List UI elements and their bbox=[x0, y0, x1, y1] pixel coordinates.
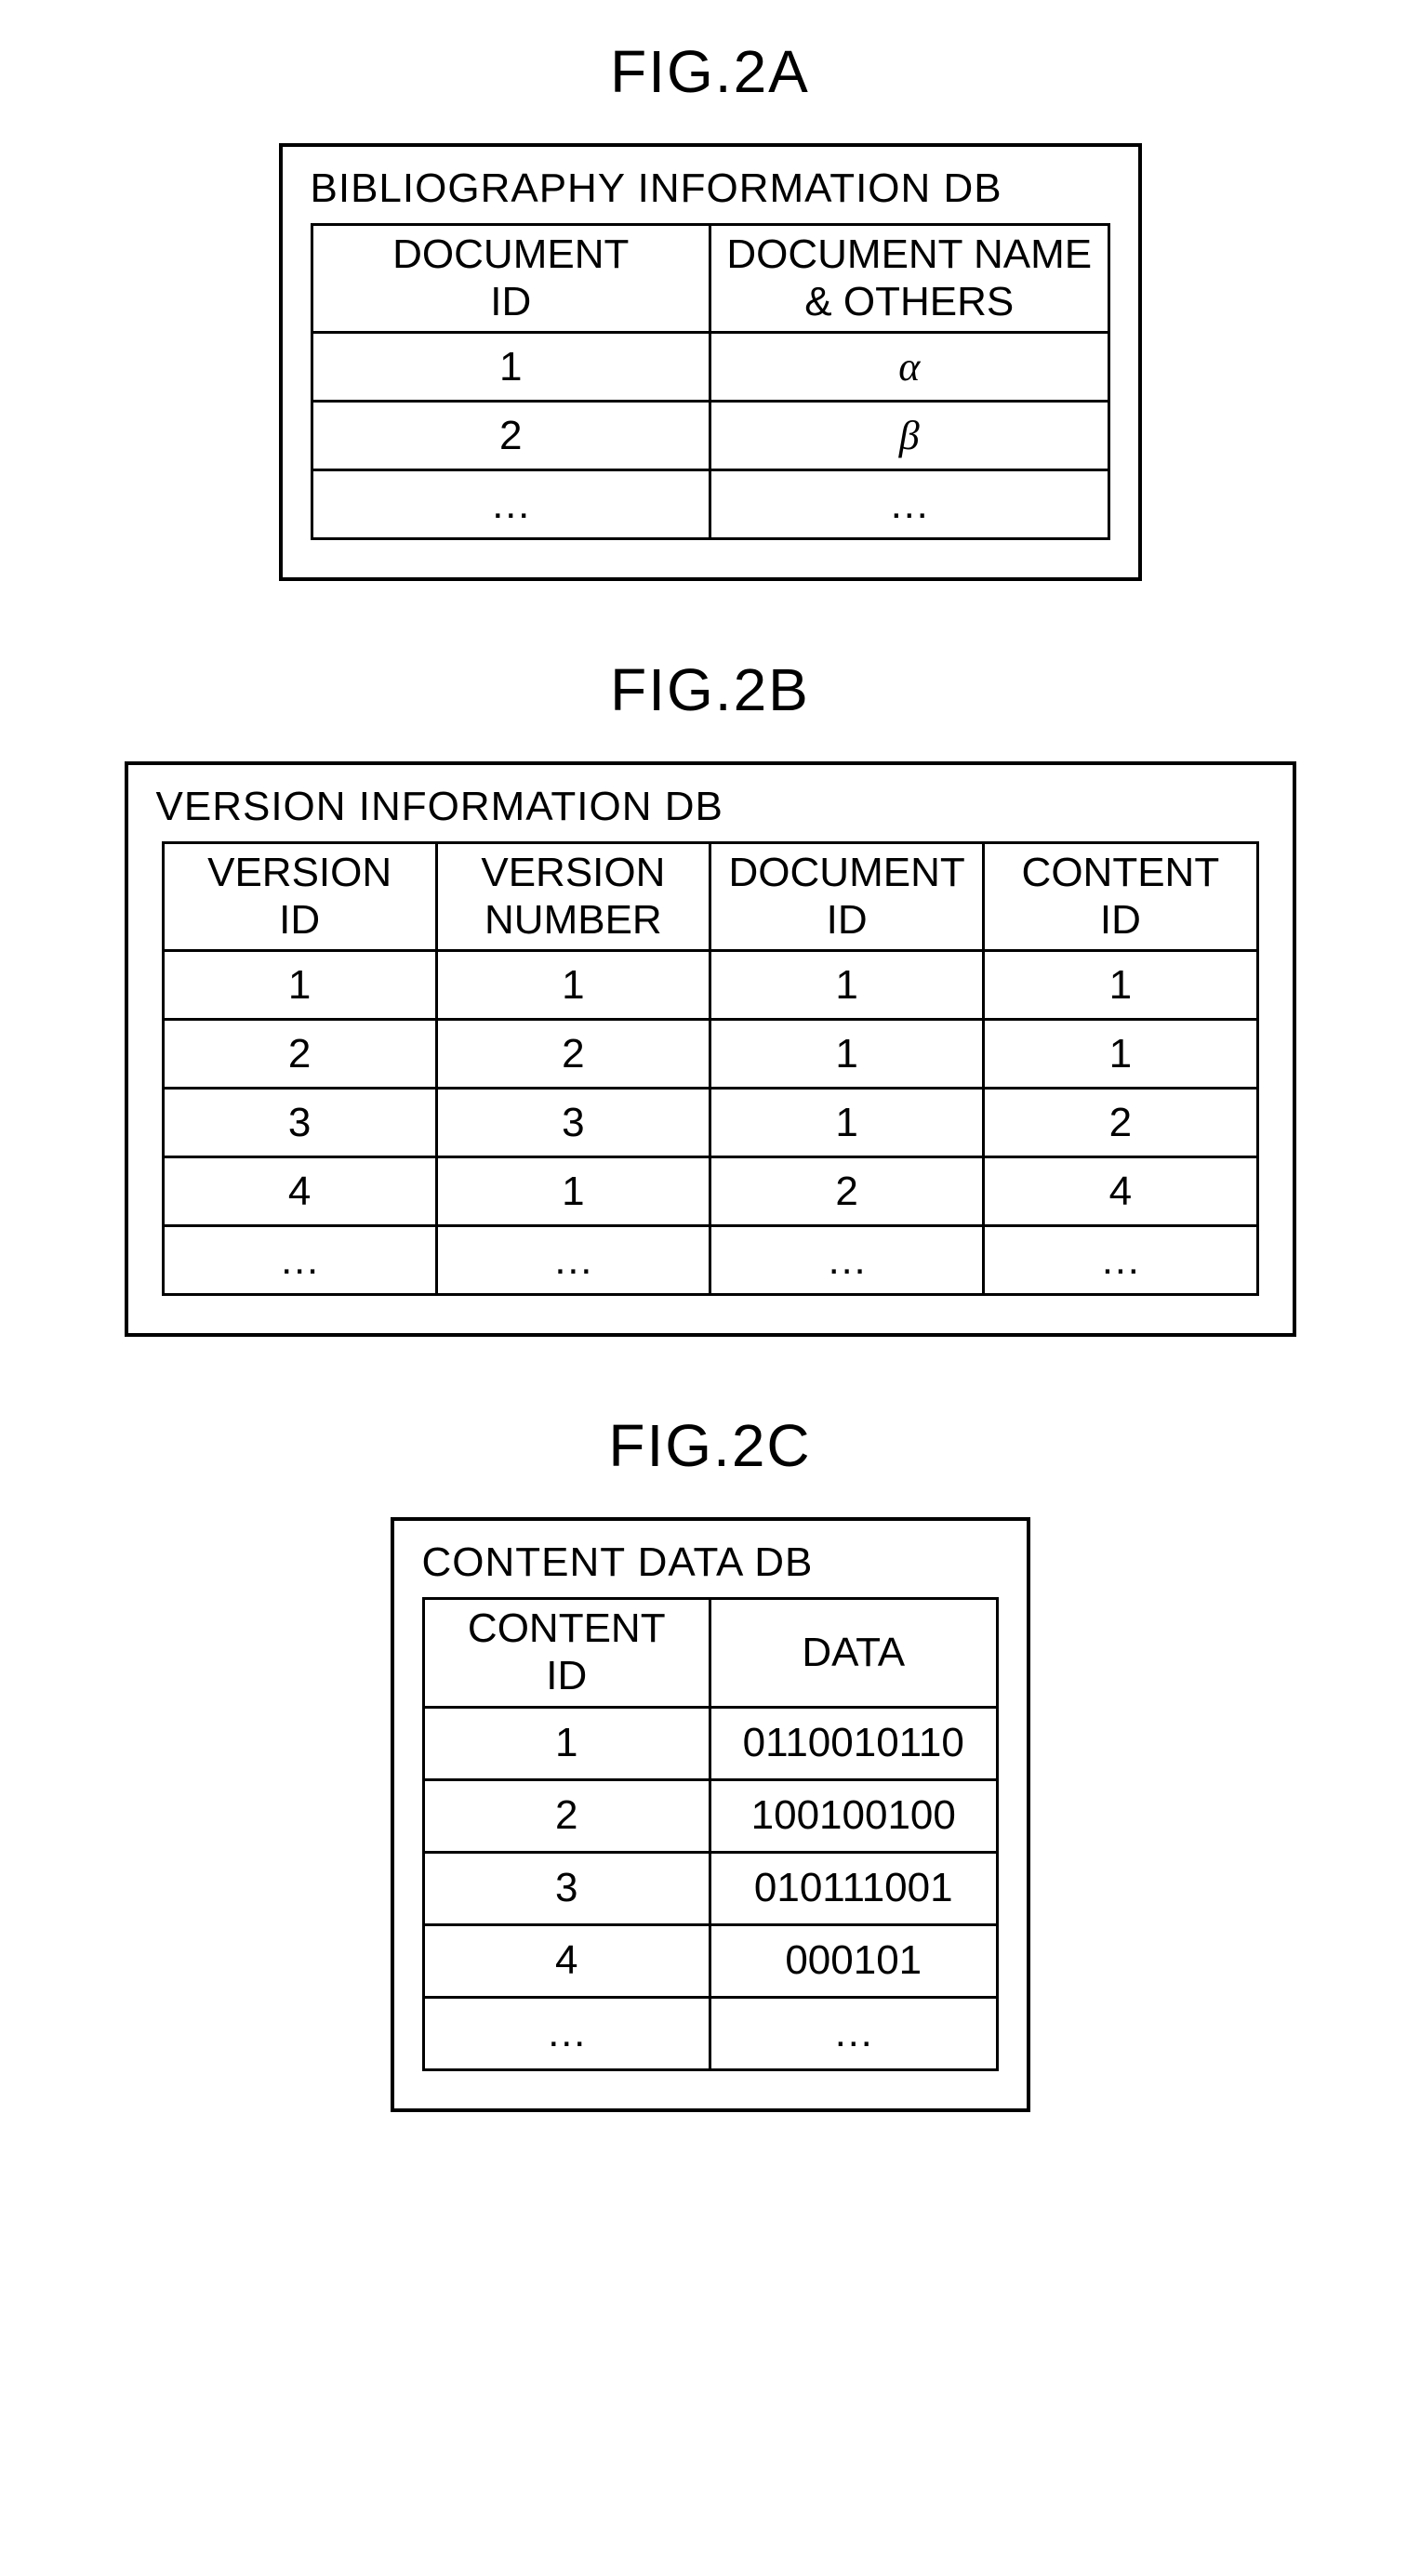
col-document-id: DOCUMENTID bbox=[710, 843, 984, 951]
cell: 1 bbox=[436, 951, 710, 1020]
cell: 100100100 bbox=[710, 1779, 998, 1852]
bibliography-table: DOCUMENTID DOCUMENT NAME& OTHERS 1 α 2 β… bbox=[311, 223, 1110, 540]
table-row: 1 1 1 1 bbox=[163, 951, 1257, 1020]
bibliography-db-title: BIBLIOGRAPHY INFORMATION DB bbox=[311, 165, 1110, 212]
table-header-row: CONTENTID DATA bbox=[423, 1599, 997, 1707]
cell: 4 bbox=[984, 1157, 1257, 1226]
table-row: 2 2 1 1 bbox=[163, 1020, 1257, 1089]
cell: … bbox=[423, 1997, 710, 2069]
col-version-number: VERSIONNUMBER bbox=[436, 843, 710, 951]
cell: … bbox=[710, 1226, 984, 1295]
table-row: 2 β bbox=[312, 402, 1108, 470]
cell: … bbox=[710, 470, 1109, 539]
cell: … bbox=[710, 1997, 998, 2069]
cell: 0110010110 bbox=[710, 1707, 998, 1779]
cell: 000101 bbox=[710, 1924, 998, 1997]
cell: 1 bbox=[984, 1020, 1257, 1089]
col-content-id: CONTENTID bbox=[984, 843, 1257, 951]
cell: 2 bbox=[163, 1020, 436, 1089]
content-db-title: CONTENT DATA DB bbox=[422, 1539, 999, 1586]
cell: 1 bbox=[423, 1707, 710, 1779]
table-row: 1 0110010110 bbox=[423, 1707, 997, 1779]
figure-2a-label: FIG.2A bbox=[610, 37, 810, 106]
cell: 2 bbox=[312, 402, 710, 470]
cell: … bbox=[163, 1226, 436, 1295]
cell: 3 bbox=[436, 1089, 710, 1157]
version-table: VERSIONID VERSIONNUMBER DOCUMENTID CONTE… bbox=[162, 841, 1259, 1296]
col-document-name: DOCUMENT NAME& OTHERS bbox=[710, 225, 1109, 333]
col-version-id: VERSIONID bbox=[163, 843, 436, 951]
table-row: 3 3 1 2 bbox=[163, 1089, 1257, 1157]
table-row: … … bbox=[312, 470, 1108, 539]
cell: 1 bbox=[710, 951, 984, 1020]
cell: 2 bbox=[436, 1020, 710, 1089]
figure-2c: FIG.2C CONTENT DATA DB CONTENTID DATA 1 … bbox=[19, 1411, 1401, 2111]
col-data: DATA bbox=[710, 1599, 998, 1707]
content-table: CONTENTID DATA 1 0110010110 2 100100100 … bbox=[422, 1597, 999, 2070]
figure-2a: FIG.2A BIBLIOGRAPHY INFORMATION DB DOCUM… bbox=[19, 37, 1401, 581]
bibliography-db-box: BIBLIOGRAPHY INFORMATION DB DOCUMENTID D… bbox=[279, 143, 1142, 581]
table-header-row: DOCUMENTID DOCUMENT NAME& OTHERS bbox=[312, 225, 1108, 333]
cell: 010111001 bbox=[710, 1852, 998, 1924]
col-document-id: DOCUMENTID bbox=[312, 225, 710, 333]
cell: 1 bbox=[984, 951, 1257, 1020]
table-header-row: VERSIONID VERSIONNUMBER DOCUMENTID CONTE… bbox=[163, 843, 1257, 951]
cell: 3 bbox=[423, 1852, 710, 1924]
table-row: 3 010111001 bbox=[423, 1852, 997, 1924]
cell: 3 bbox=[163, 1089, 436, 1157]
figure-2b-label: FIG.2B bbox=[610, 655, 810, 724]
cell: 1 bbox=[163, 951, 436, 1020]
figure-2c-label: FIG.2C bbox=[608, 1411, 811, 1480]
col-content-id: CONTENTID bbox=[423, 1599, 710, 1707]
table-row: … … … … bbox=[163, 1226, 1257, 1295]
cell: α bbox=[710, 333, 1109, 402]
cell: 2 bbox=[423, 1779, 710, 1852]
cell: 1 bbox=[710, 1020, 984, 1089]
table-row: 2 100100100 bbox=[423, 1779, 997, 1852]
version-db-title: VERSION INFORMATION DB bbox=[156, 784, 1265, 830]
table-row: … … bbox=[423, 1997, 997, 2069]
cell: … bbox=[436, 1226, 710, 1295]
table-row: 4 1 2 4 bbox=[163, 1157, 1257, 1226]
cell: 1 bbox=[436, 1157, 710, 1226]
figure-2b: FIG.2B VERSION INFORMATION DB VERSIONID … bbox=[19, 655, 1401, 1337]
cell: 2 bbox=[984, 1089, 1257, 1157]
version-db-box: VERSION INFORMATION DB VERSIONID VERSION… bbox=[125, 761, 1296, 1337]
table-row: 1 α bbox=[312, 333, 1108, 402]
cell: … bbox=[984, 1226, 1257, 1295]
cell: 1 bbox=[312, 333, 710, 402]
cell: β bbox=[710, 402, 1109, 470]
content-db-box: CONTENT DATA DB CONTENTID DATA 1 0110010… bbox=[391, 1517, 1030, 2111]
cell: 1 bbox=[710, 1089, 984, 1157]
cell: 4 bbox=[423, 1924, 710, 1997]
cell: 4 bbox=[163, 1157, 436, 1226]
cell: … bbox=[312, 470, 710, 539]
cell: 2 bbox=[710, 1157, 984, 1226]
table-row: 4 000101 bbox=[423, 1924, 997, 1997]
